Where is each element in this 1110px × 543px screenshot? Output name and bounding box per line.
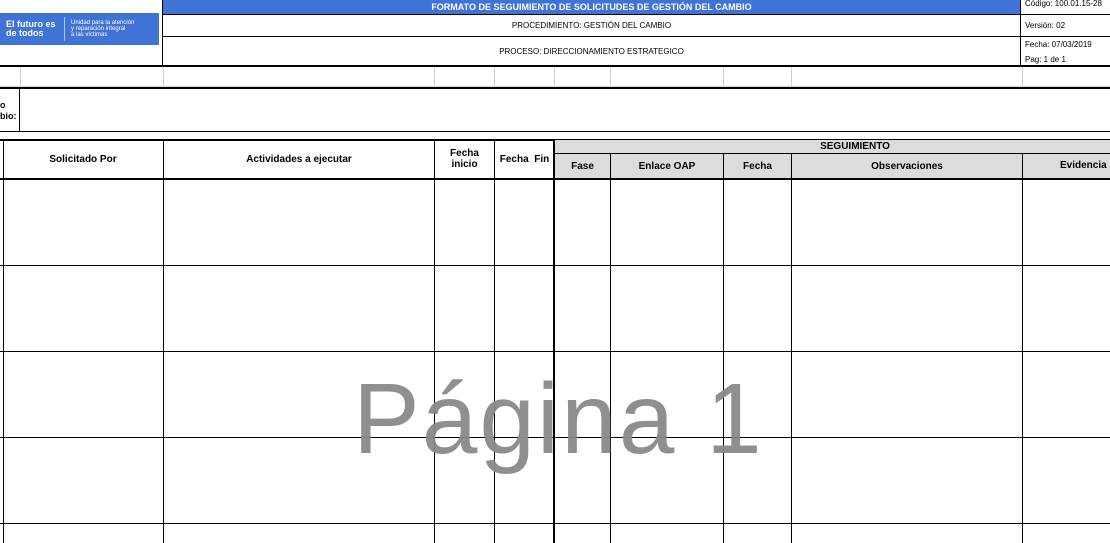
column-header-fecha: Fecha xyxy=(743,160,772,172)
gridline xyxy=(434,67,435,87)
column-header-observaciones: Observaciones xyxy=(871,160,943,172)
header-divider xyxy=(163,36,1110,37)
form-top-border xyxy=(0,87,1110,89)
document-title: FORMATO DE SEGUIMIENTO DE SOLICITUDES DE… xyxy=(163,0,1020,14)
column-header-line: Fecha xyxy=(450,148,479,159)
gridline xyxy=(610,67,611,87)
column-divider xyxy=(791,154,792,543)
header-divider xyxy=(162,0,163,66)
form-bottom-border xyxy=(0,131,1110,132)
gridline xyxy=(494,67,495,87)
header-divider xyxy=(1020,0,1021,66)
column-header-evidencia: Evidencia xyxy=(1060,160,1107,171)
fecha-text: Fecha: 07/03/2019 xyxy=(1025,40,1092,49)
seguimiento-header: SEGUIMIENTO xyxy=(820,141,890,152)
header-bottom-border xyxy=(0,65,1110,67)
column-header-fecha-fin: Fecha Fin xyxy=(499,153,550,165)
proceso-text: PROCESO: DIRECCIONAMIENTO ESTRATEGICO xyxy=(499,47,684,56)
header-divider xyxy=(163,14,1110,15)
form-divider xyxy=(19,88,20,131)
row-divider xyxy=(0,523,1110,524)
logo: El futuro es de todos Unidad para la ate… xyxy=(0,13,159,45)
column-divider xyxy=(163,140,164,543)
logo-tagline: Unidad para la atención y reparación int… xyxy=(64,17,134,41)
column-divider xyxy=(434,140,435,543)
page-watermark: Página 1 xyxy=(353,363,764,475)
procedimiento-text: PROCEDIMIENTO: GESTIÓN DEL CAMBIO xyxy=(511,21,672,30)
gridline xyxy=(1022,67,1023,87)
form-label-line: o xyxy=(0,100,6,110)
column-header-line: inicio xyxy=(451,159,478,170)
row-divider xyxy=(0,351,1110,352)
gridline xyxy=(163,67,164,87)
gridline xyxy=(554,67,555,87)
form-label-line: bio: xyxy=(0,111,17,121)
column-header-solicitado-por: Solicitado Por xyxy=(49,153,117,165)
column-header-fecha-inicio: Fecha inicio xyxy=(435,140,494,178)
form-field-input[interactable] xyxy=(21,90,1110,130)
codigo-text: Código: 100.01.15-28 xyxy=(1025,0,1102,8)
version-text: Versión: 02 xyxy=(1025,21,1066,30)
column-divider xyxy=(3,140,4,543)
column-divider-thick xyxy=(553,140,555,543)
form-field-label: o bio: xyxy=(0,100,17,122)
column-divider xyxy=(610,154,611,543)
gridline xyxy=(723,67,724,87)
row-divider xyxy=(0,265,1110,266)
column-header-fase: Fase xyxy=(571,160,594,172)
gridline xyxy=(20,67,21,87)
logo-main-text: El futuro es de todos xyxy=(6,19,56,38)
column-header-actividades: Actividades a ejecutar xyxy=(246,153,352,165)
column-divider xyxy=(723,154,724,543)
column-divider xyxy=(1022,154,1023,543)
logo-tagline-line: a las víctimas xyxy=(71,32,108,38)
column-divider xyxy=(494,140,495,543)
gridline xyxy=(791,67,792,87)
table-header-bottom-border xyxy=(0,178,1110,180)
column-header-enlace-oap: Enlace OAP xyxy=(638,160,696,172)
